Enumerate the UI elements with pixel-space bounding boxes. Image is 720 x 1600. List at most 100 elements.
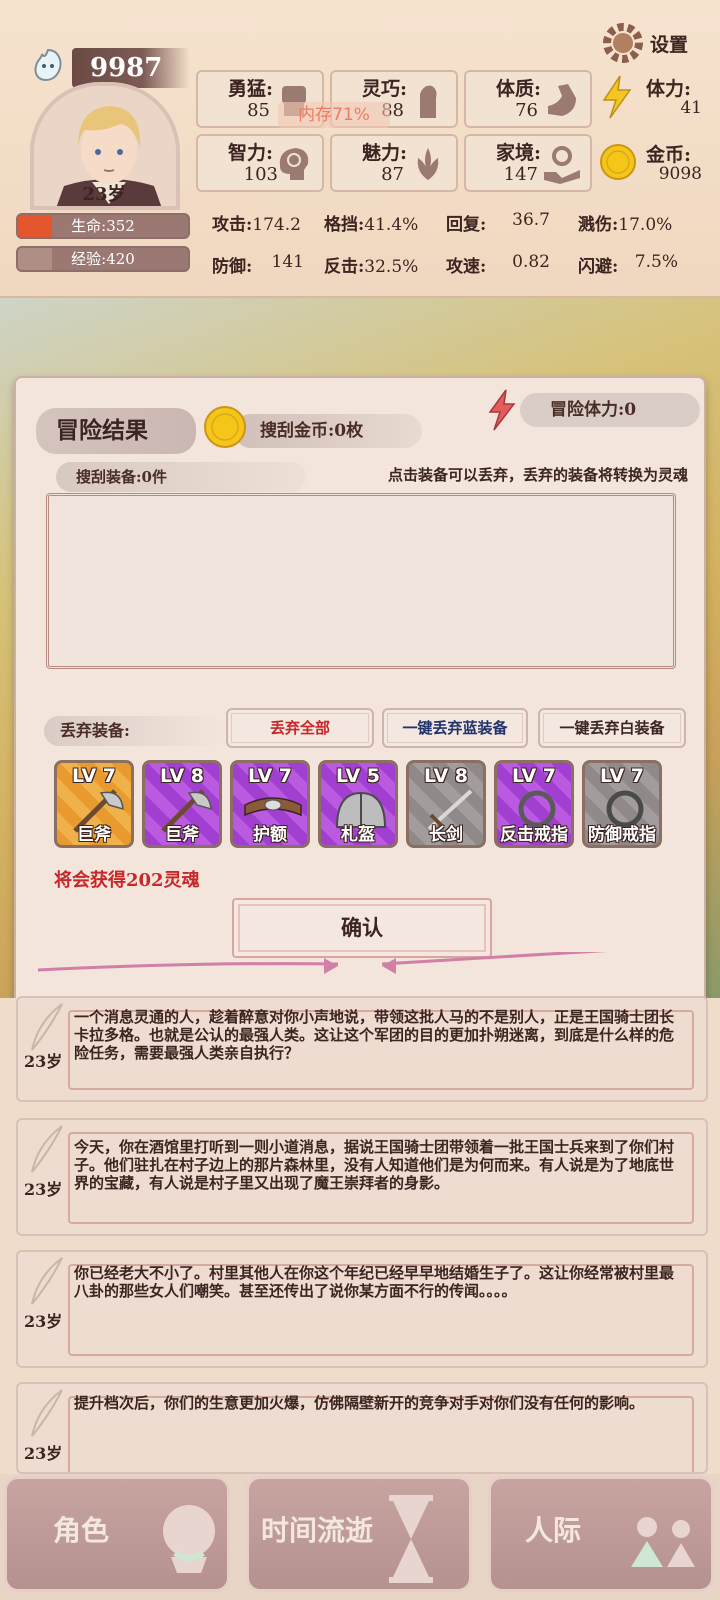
exp-label: 经验:420 — [71, 250, 135, 268]
red-lightning-icon — [488, 389, 516, 431]
soul-gain-text: 将会获得202灵魂 — [54, 870, 200, 891]
equipment-level: LV 7 — [511, 765, 557, 787]
gold-value: 9098 — [658, 164, 702, 184]
settings-button[interactable]: 设置 — [598, 18, 704, 68]
life-bar-fill — [18, 215, 52, 237]
discard-blue-button[interactable]: 一键丢弃蓝装备 — [382, 708, 528, 748]
attr-label: 魅力: — [362, 142, 408, 164]
lightning-icon — [602, 75, 632, 119]
adventure-stamina: 冒险体力:0 — [520, 393, 700, 427]
stat-attack: 攻击:174.2 — [212, 215, 301, 235]
equipment-level: LV 7 — [247, 765, 293, 787]
discard-label: 丢弃装备: — [44, 716, 224, 746]
attr-value: 87 — [381, 164, 404, 185]
attr-label: 勇猛: — [228, 78, 274, 100]
story-card: 提升档次后，你们的生意更加火爆，仿佛隔壁新开的竞争对手对你们没有任何的影响。 2… — [16, 1382, 708, 1474]
gold-coin-icon — [600, 144, 636, 180]
people-icon — [631, 1517, 695, 1567]
money-hand-icon — [544, 146, 580, 184]
equipment-name: 防御戒指 — [588, 825, 656, 845]
soul-icon — [34, 48, 62, 82]
attr-card-intelligence[interactable]: 智力: 103 — [196, 134, 324, 192]
equipment-slot[interactable]: LV 8 长剑 — [406, 760, 486, 848]
equipment-slot[interactable]: LV 7 防御戒指 — [582, 760, 662, 848]
life-label: 生命:352 — [71, 217, 135, 235]
equipment-name: 反击戒指 — [500, 825, 568, 845]
stamina-value: 41 — [680, 98, 702, 118]
stat-splash: 溅伤:17.0% — [578, 215, 673, 235]
stat-defense: 防御: 141 — [212, 252, 304, 277]
equipment-name: 巨斧 — [77, 825, 111, 845]
loot-equipment: 搜刮装备:0件 — [56, 462, 306, 492]
discard-tip: 点击装备可以丢弃，丢弃的装备将转换为灵魂 — [387, 466, 688, 484]
memory-usage: 内存71% — [278, 102, 390, 128]
gold-coin-icon — [204, 406, 246, 448]
settings-label: 设置 — [650, 34, 689, 56]
feather-icon — [31, 1389, 63, 1437]
gear-icon — [603, 23, 643, 63]
equipment-level: LV 7 — [71, 765, 117, 787]
story-age: 23岁 — [24, 1180, 63, 1199]
nav-label: 角色 — [53, 1514, 110, 1547]
equipment-level: LV 8 — [159, 765, 205, 787]
nav-time-passing[interactable]: 时间流逝 — [246, 1476, 472, 1592]
age-label: 23岁 — [82, 184, 126, 205]
muscle-arm-icon — [548, 84, 576, 116]
stat-counter: 反击:32.5% — [324, 257, 419, 277]
equipment-name: 巨斧 — [165, 825, 199, 845]
equipment-slot[interactable]: LV 5 札盔 — [318, 760, 398, 848]
life-bar: 生命:352 — [16, 213, 190, 239]
nav-relations[interactable]: 人际 — [488, 1476, 714, 1592]
lotus-icon — [417, 148, 439, 180]
hourglass-icon — [389, 1495, 433, 1583]
brain-icon — [279, 148, 309, 180]
equipment-level: LV 5 — [335, 765, 381, 787]
story-age: 23岁 — [24, 1052, 63, 1071]
story-text: 今天，你在酒馆里打听到一则小道消息，据说王国骑士团带领着一批王国士兵来到了你们村… — [74, 1138, 675, 1192]
attr-label: 家境: — [496, 142, 542, 164]
stat-block: 格挡:41.4% — [324, 215, 419, 235]
feather-icon — [31, 1125, 63, 1173]
confirm-button[interactable]: 确认 — [232, 898, 492, 958]
attr-card-constitution[interactable]: 体质: 76 — [464, 70, 592, 128]
stamina-label: 体力: — [646, 78, 692, 100]
equipment-slot[interactable]: LV 7 护额 — [230, 760, 310, 848]
feather-icon — [31, 1003, 63, 1051]
ornament-divider — [38, 952, 603, 974]
equipment-level: LV 7 — [599, 765, 645, 787]
nav-label: 人际 — [525, 1514, 582, 1547]
attr-label: 体质: — [496, 78, 542, 100]
equipment-name: 长剑 — [429, 825, 463, 845]
story-card: 今天，你在酒馆里打听到一则小道消息，据说王国骑士团带领着一批王国士兵来到了你们村… — [16, 1118, 708, 1236]
loot-gold: 搜刮金币:0枚 — [234, 414, 422, 448]
equipment-slot[interactable]: LV 8 巨斧 — [142, 760, 222, 848]
story-card: 一个消息灵通的人，趁着醉意对你小声地说，带领这批人马的不是别人，正是王国骑士团长… — [16, 996, 708, 1102]
attr-label: 灵巧: — [362, 78, 408, 100]
story-card: 你已经老大不小了。村里其他人在你这个年纪已经早早地结婚生子了。这让你经常被村里最… — [16, 1250, 708, 1368]
panel-title: 冒险结果 — [36, 408, 196, 454]
stat-recover: 回复: 36.7 — [446, 210, 550, 235]
discard-all-button[interactable]: 丢弃全部 — [226, 708, 374, 748]
attr-card-charm[interactable]: 魅力: 87 — [330, 134, 458, 192]
equipment-slot[interactable]: LV 7 巨斧 — [54, 760, 134, 848]
gold-label: 金币: — [646, 144, 692, 166]
attr-card-family[interactable]: 家境: 147 — [464, 134, 592, 192]
equipment-name: 护额 — [253, 825, 287, 845]
attr-value: 147 — [503, 164, 538, 185]
story-text: 提升档次后，你们的生意更加火爆，仿佛隔壁新开的竞争对手对你们没有任何的影响。 — [74, 1394, 645, 1412]
story-text: 你已经老大不小了。村里其他人在你这个年纪已经早早地结婚生子了。这让你经常被村里最… — [74, 1264, 675, 1300]
exp-bar: 经验:420 — [16, 246, 190, 272]
discard-white-button[interactable]: 一键丢弃白装备 — [538, 708, 686, 748]
character-icon — [163, 1505, 215, 1573]
nav-character[interactable]: 角色 — [4, 1476, 230, 1592]
equipment-slot[interactable]: LV 7 反击戒指 — [494, 760, 574, 848]
nav-label: 时间流逝 — [261, 1514, 374, 1547]
looted-equipment-area — [46, 493, 676, 669]
hand-icon — [420, 85, 437, 118]
story-text: 一个消息灵通的人，趁着醉意对你小声地说，带领这批人马的不是别人，正是王国骑士团长… — [74, 1008, 675, 1062]
equipment-name: 札盔 — [341, 825, 375, 845]
story-age: 23岁 — [24, 1312, 63, 1331]
stat-attack-speed: 攻速: 0.82 — [446, 252, 550, 277]
attr-value: 76 — [515, 100, 538, 121]
exp-bar-fill — [18, 248, 52, 270]
